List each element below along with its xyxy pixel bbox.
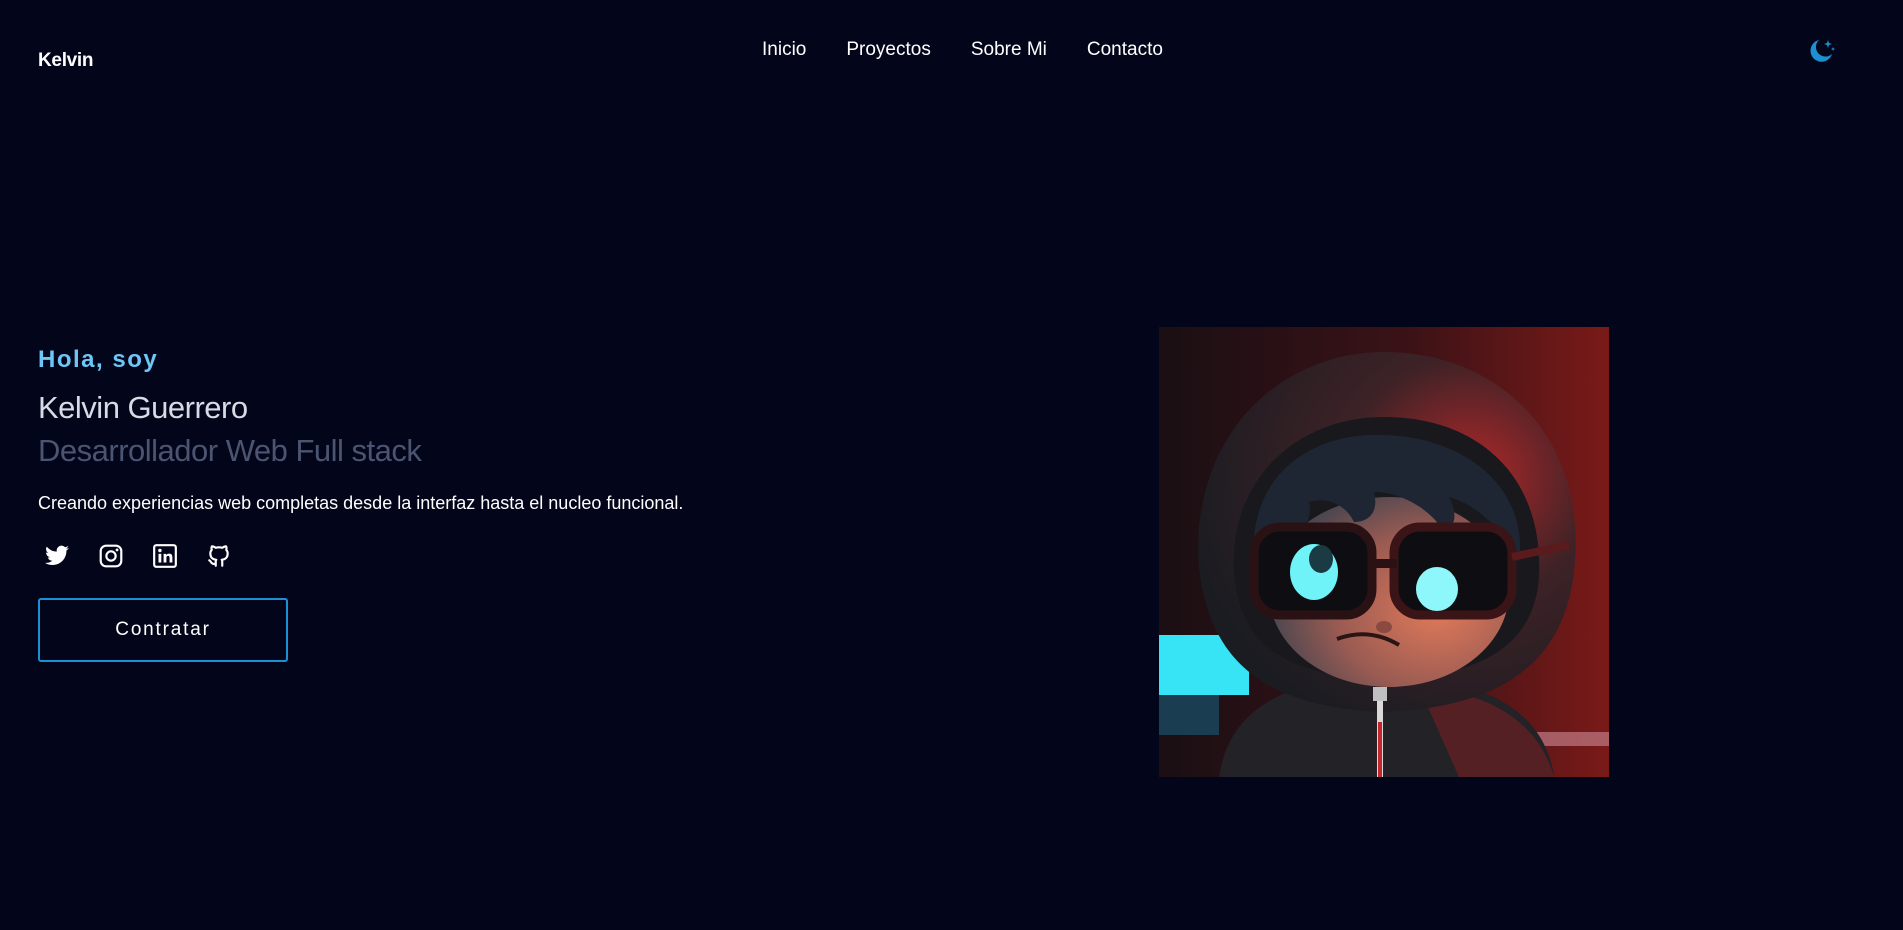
main-nav: Inicio Proyectos Sobre Mi Contacto (762, 38, 1203, 62)
github-icon[interactable] (206, 543, 232, 569)
hero-greeting: Hola, soy (38, 346, 159, 373)
linkedin-icon[interactable] (152, 543, 178, 569)
hero-name: Kelvin Guerrero (38, 390, 248, 425)
brand-logo[interactable]: Kelvin (38, 50, 94, 72)
theme-toggle-button[interactable] (1806, 36, 1836, 66)
nav-link-inicio[interactable]: Inicio (762, 38, 806, 62)
instagram-icon[interactable] (98, 543, 124, 569)
social-links (44, 543, 232, 569)
nav-link-proyectos[interactable]: Proyectos (846, 38, 930, 62)
avatar-image (1159, 327, 1609, 777)
moon-stars-icon (1810, 40, 1835, 62)
nav-link-contacto[interactable]: Contacto (1087, 38, 1163, 62)
page: Kelvin Inicio Proyectos Sobre Mi Contact… (0, 0, 1903, 930)
nav-link-sobre-mi[interactable]: Sobre Mi (971, 38, 1047, 62)
twitter-icon[interactable] (44, 543, 70, 569)
hero-role: Desarrollador Web Full stack (38, 433, 422, 468)
hero-tagline: Creando experiencias web completas desde… (38, 493, 684, 513)
contratar-button[interactable]: Contratar (38, 598, 288, 662)
